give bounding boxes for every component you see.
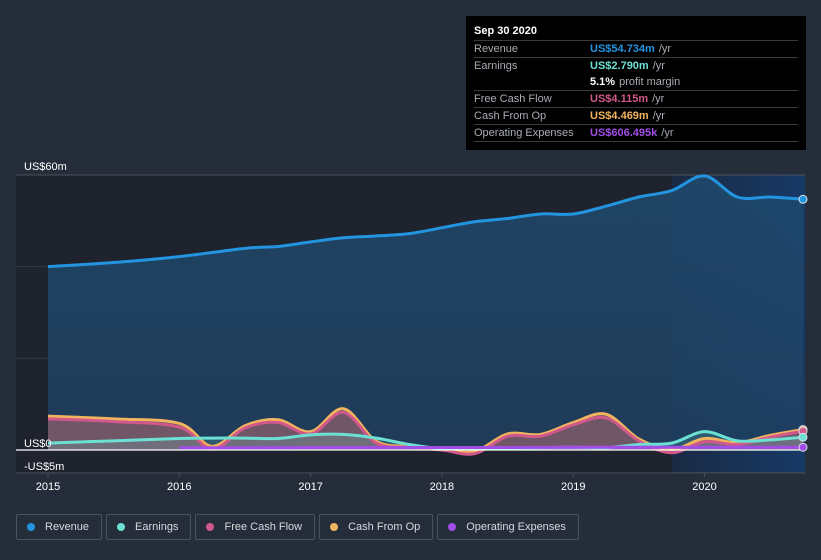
tooltip-date: Sep 30 2020 bbox=[474, 22, 798, 41]
legend-dot-icon bbox=[330, 523, 339, 531]
legend-dot-icon bbox=[448, 523, 457, 531]
legend-item-revenue[interactable]: Revenue bbox=[16, 514, 103, 540]
tooltip-label: Free Cash Flow bbox=[474, 93, 552, 105]
tooltip-row-earnings: Earnings US$2.790m /yr bbox=[474, 58, 798, 74]
tooltip-value: US$54.734m bbox=[590, 43, 655, 55]
line-operating-expenses bbox=[179, 445, 804, 450]
legend-label: Cash From Op bbox=[348, 521, 421, 533]
tooltip-label: Operating Expenses bbox=[474, 127, 574, 139]
legend-label: Revenue bbox=[45, 521, 90, 533]
tooltip-unit: /yr bbox=[652, 110, 665, 122]
legend-item-free-cash-flow[interactable]: Free Cash Flow bbox=[195, 514, 316, 540]
x-tick-label: 2018 bbox=[430, 481, 454, 493]
legend-dot-icon bbox=[27, 523, 35, 531]
tooltip-row-opex: Operating Expenses US$606.495k /yr bbox=[474, 125, 798, 142]
tooltip-label: Revenue bbox=[474, 43, 519, 55]
y-tick-label: -US$5m bbox=[24, 461, 64, 473]
end-marker-earnings bbox=[798, 432, 808, 442]
legend-label: Operating Expenses bbox=[466, 521, 566, 533]
tooltip-value: US$2.790m bbox=[590, 60, 649, 72]
profit-margin-label: profit margin bbox=[619, 76, 681, 88]
end-marker-revenue bbox=[798, 194, 808, 204]
legend-item-cash-from-op[interactable]: Cash From Op bbox=[319, 514, 434, 540]
tooltip: Sep 30 2020 Revenue US$54.734m /yr Earni… bbox=[466, 16, 806, 150]
tooltip-unit: /yr bbox=[652, 93, 665, 105]
end-marker-operating-expenses bbox=[798, 442, 808, 452]
x-tick-label: 2017 bbox=[298, 481, 322, 493]
x-tick-label: 2016 bbox=[167, 481, 191, 493]
legend-label: Earnings bbox=[135, 521, 179, 533]
legend-dot-icon bbox=[206, 523, 215, 531]
x-tick-label: 2015 bbox=[36, 481, 60, 493]
tooltip-value: US$4.469m bbox=[590, 110, 649, 122]
x-tick-label: 2020 bbox=[692, 481, 716, 493]
profit-margin-value: 5.1% bbox=[590, 76, 616, 88]
tooltip-unit: /yr bbox=[652, 60, 665, 72]
tooltip-label bbox=[474, 74, 590, 90]
legend-dot-icon bbox=[117, 523, 126, 531]
tooltip-row-fcf: Free Cash Flow US$4.115m /yr bbox=[474, 91, 798, 108]
tooltip-unit: /yr bbox=[658, 43, 672, 55]
legend-item-earnings[interactable]: Earnings bbox=[106, 514, 192, 540]
legend-item-operating-expenses[interactable]: Operating Expenses bbox=[437, 514, 579, 540]
y-tick-label: US$60m bbox=[24, 161, 67, 173]
tooltip-label: Earnings bbox=[474, 60, 518, 72]
tooltip-value: US$606.495k bbox=[590, 127, 658, 139]
x-tick-label: 2019 bbox=[561, 481, 585, 493]
tooltip-unit: /yr bbox=[661, 127, 674, 139]
legend-label: Free Cash Flow bbox=[224, 521, 303, 533]
tooltip-row-revenue: Revenue US$54.734m /yr bbox=[474, 41, 798, 58]
tooltip-label: Cash From Op bbox=[474, 110, 547, 122]
tooltip-row-margin: 5.1% profit margin bbox=[474, 74, 798, 91]
y-tick-label: US$0 bbox=[24, 438, 52, 450]
tooltip-value: US$4.115m bbox=[590, 93, 649, 105]
tooltip-row-cfo: Cash From Op US$4.469m /yr bbox=[474, 108, 798, 125]
legend: Revenue Earnings Free Cash Flow Cash Fro… bbox=[16, 514, 579, 540]
